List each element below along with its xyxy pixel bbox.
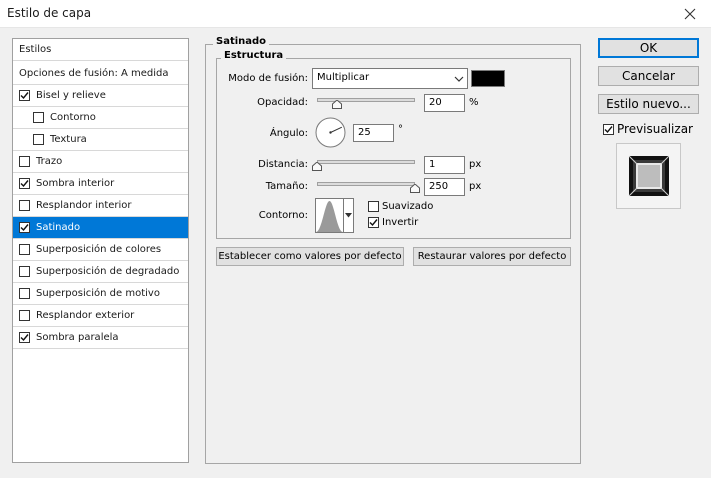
style-item-5[interactable]: Sombra interior	[13, 173, 188, 195]
window-title: Estilo de capa	[7, 6, 92, 20]
contour-label: Contorno:	[258, 210, 308, 221]
contour-picker[interactable]	[315, 198, 344, 233]
antialiased-label: Suavizado	[382, 201, 434, 212]
cancel-button[interactable]: Cancelar	[598, 66, 699, 86]
preview-checkbox-row[interactable]: Previsualizar	[603, 122, 693, 136]
invert-checkbox[interactable]	[368, 217, 379, 228]
invert-label: Invertir	[382, 217, 419, 228]
checkmark-icon	[20, 180, 29, 188]
style-item-checkbox[interactable]	[19, 156, 30, 167]
distance-slider-thumb[interactable]	[312, 162, 322, 171]
opacity-input[interactable]: 20	[424, 94, 465, 112]
close-icon	[684, 8, 696, 20]
styles-header-label: Estilos	[19, 44, 52, 55]
blending-options-item[interactable]: Opciones de fusión: A medida	[13, 63, 188, 85]
style-item-7[interactable]: Satinado	[13, 217, 188, 239]
reset-default-button[interactable]: Restaurar valores por defecto	[413, 247, 571, 266]
styles-header[interactable]: Estilos	[13, 39, 188, 61]
style-item-checkbox[interactable]	[33, 112, 44, 123]
distance-slider[interactable]	[317, 160, 415, 164]
angle-unit: °	[398, 124, 403, 135]
style-item-8[interactable]: Superposición de colores	[13, 239, 188, 261]
title-bar: Estilo de capa	[0, 0, 711, 28]
chevron-down-icon	[454, 76, 464, 82]
style-item-label: Sombra paralela	[36, 332, 119, 343]
style-item-6[interactable]: Resplandor interior	[13, 195, 188, 217]
style-item-11[interactable]: Resplandor exterior	[13, 305, 188, 327]
caret-down-icon	[345, 213, 352, 218]
style-item-label: Trazo	[36, 156, 63, 167]
style-item-checkbox[interactable]	[19, 178, 30, 189]
style-item-checkbox[interactable]	[19, 90, 30, 101]
distance-label: Distancia:	[258, 159, 308, 170]
opacity-label: Opacidad:	[257, 97, 308, 108]
style-item-label: Sombra interior	[36, 178, 115, 189]
style-item-checkbox[interactable]	[19, 288, 30, 299]
style-item-label: Superposición de colores	[36, 244, 162, 255]
style-item-10[interactable]: Superposición de motivo	[13, 283, 188, 305]
angle-input[interactable]: 25	[353, 124, 394, 142]
style-item-checkbox[interactable]	[19, 222, 30, 233]
style-item-checkbox[interactable]	[33, 134, 44, 145]
style-item-checkbox[interactable]	[19, 332, 30, 343]
style-item-checkbox[interactable]	[19, 200, 30, 211]
checkmark-icon	[604, 125, 613, 133]
size-slider[interactable]	[317, 182, 415, 186]
blend-mode-value: Multiplicar	[317, 72, 370, 83]
antialiased-checkbox-row[interactable]: Suavizado	[368, 201, 433, 212]
angle-label: Ángulo:	[269, 128, 308, 139]
blend-color-swatch[interactable]	[471, 70, 505, 87]
new-style-button[interactable]: Estilo nuevo...	[598, 94, 699, 114]
style-item-label: Satinado	[36, 222, 81, 233]
close-button[interactable]	[669, 0, 711, 28]
style-item-checkbox[interactable]	[19, 310, 30, 321]
satin-group-title: Satinado	[213, 36, 270, 47]
set-default-button[interactable]: Establecer como valores por defecto	[216, 247, 404, 266]
style-item-label: Contorno	[50, 112, 96, 123]
size-unit: px	[469, 181, 482, 192]
style-item-checkbox[interactable]	[19, 266, 30, 277]
structure-group-title: Estructura	[221, 50, 287, 61]
checkmark-icon	[20, 224, 29, 232]
preview-checkbox[interactable]	[603, 123, 614, 135]
preview-label: Previsualizar	[617, 122, 693, 136]
style-item-checkbox[interactable]	[19, 244, 30, 255]
style-item-label: Bisel y relieve	[36, 90, 106, 101]
style-item-label: Textura	[50, 134, 87, 145]
ok-button[interactable]: OK	[598, 38, 699, 58]
style-item-2[interactable]: Contorno	[13, 107, 188, 129]
invert-checkbox-row[interactable]: Invertir	[368, 217, 418, 228]
angle-dial[interactable]	[315, 117, 346, 148]
style-item-3[interactable]: Textura	[13, 129, 188, 151]
style-preview-icon	[628, 155, 669, 197]
size-label: Tamaño:	[265, 181, 308, 192]
styles-list: Estilos Opciones de fusión: A medida Bis…	[12, 38, 189, 463]
style-item-label: Resplandor exterior	[36, 310, 135, 321]
style-item-label: Superposición de motivo	[36, 288, 160, 299]
opacity-slider-thumb[interactable]	[331, 100, 342, 109]
style-item-label: Superposición de degradado	[36, 266, 180, 277]
style-item-12[interactable]: Sombra paralela	[13, 327, 188, 349]
opacity-unit: %	[469, 97, 479, 108]
contour-curve-icon	[316, 201, 343, 232]
distance-unit: px	[469, 159, 482, 170]
size-input[interactable]: 250	[424, 178, 465, 196]
size-slider-thumb[interactable]	[410, 184, 420, 193]
blend-mode-label: Modo de fusión:	[228, 73, 308, 84]
style-item-1[interactable]: Bisel y relieve	[13, 85, 188, 107]
blend-mode-select[interactable]: Multiplicar	[312, 68, 468, 89]
checkmark-icon	[369, 219, 378, 227]
style-item-label: Resplandor interior	[36, 200, 132, 211]
preview-thumbnail	[616, 143, 681, 209]
checkmark-icon	[20, 334, 29, 342]
distance-input[interactable]: 1	[424, 156, 465, 174]
blending-options-label: Opciones de fusión: A medida	[19, 68, 169, 79]
checkmark-icon	[20, 92, 29, 100]
contour-dropdown[interactable]	[343, 198, 354, 233]
style-item-9[interactable]: Superposición de degradado	[13, 261, 188, 283]
antialiased-checkbox[interactable]	[368, 201, 379, 212]
style-item-4[interactable]: Trazo	[13, 151, 188, 173]
